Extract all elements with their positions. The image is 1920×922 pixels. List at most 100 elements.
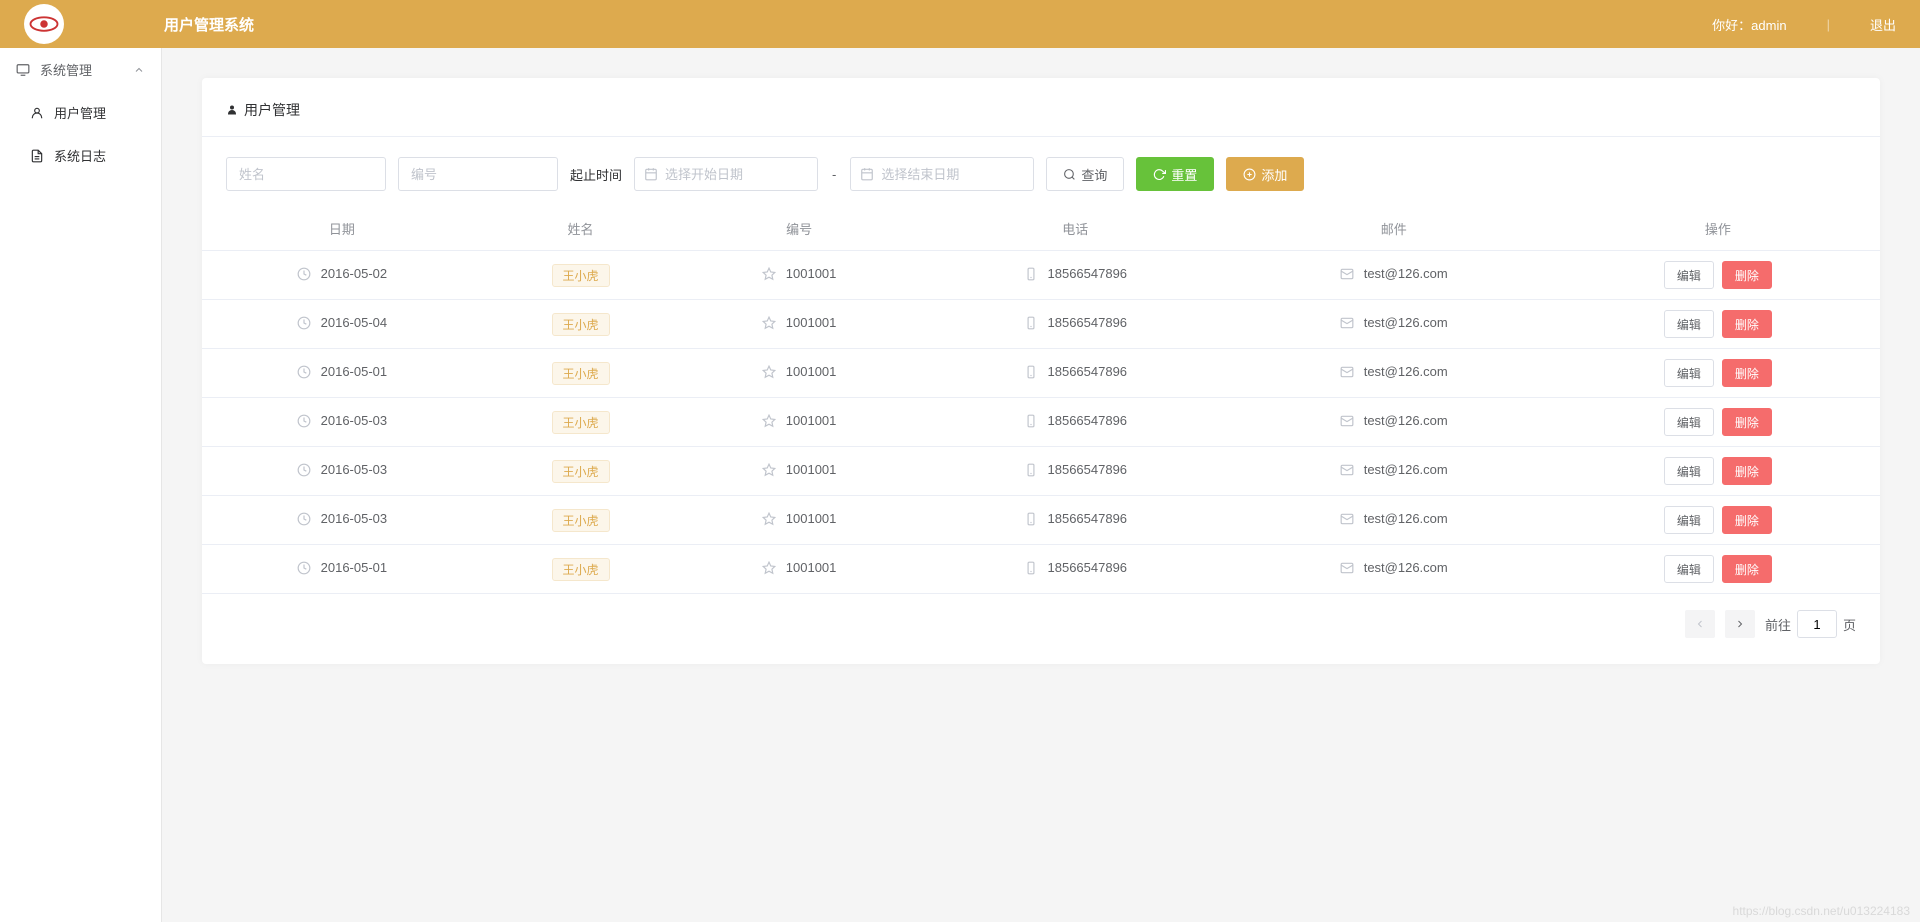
person-icon — [226, 104, 238, 116]
code-input[interactable] — [398, 157, 558, 191]
cell-phone: 18566547896 — [1048, 462, 1128, 477]
date-range-label: 起止时间 — [570, 165, 622, 184]
mail-icon — [1340, 561, 1354, 575]
cell-email: test@126.com — [1364, 364, 1448, 379]
mail-icon — [1340, 512, 1354, 526]
next-page-button[interactable] — [1725, 610, 1755, 638]
cell-date: 2016-05-03 — [321, 413, 388, 428]
delete-button[interactable]: 删除 — [1722, 359, 1772, 387]
cell-phone: 18566547896 — [1048, 560, 1128, 575]
table-row: 2016-05-01 王小虎 1001001 18566547896 test@… — [202, 349, 1880, 398]
cell-code: 1001001 — [786, 364, 837, 379]
mail-icon — [1340, 365, 1354, 379]
clock-icon — [297, 365, 311, 379]
user-info: 你好：admin | 退出 — [1712, 15, 1896, 34]
cell-phone: 18566547896 — [1048, 511, 1128, 526]
table-row: 2016-05-04 王小虎 1001001 18566547896 test@… — [202, 300, 1880, 349]
main-content: 用户管理 起止时间 - 查询 — [162, 48, 1920, 922]
brand-title: 用户管理系统 — [164, 14, 1712, 35]
delete-button[interactable]: 删除 — [1722, 408, 1772, 436]
th-actions: 操作 — [1556, 207, 1880, 251]
cell-email: test@126.com — [1364, 511, 1448, 526]
edit-button[interactable]: 编辑 — [1664, 457, 1714, 485]
cell-code: 1001001 — [786, 511, 837, 526]
phone-icon — [1024, 267, 1038, 281]
edit-button[interactable]: 编辑 — [1664, 408, 1714, 436]
star-icon — [762, 267, 776, 281]
star-icon — [762, 365, 776, 379]
delete-button[interactable]: 删除 — [1722, 457, 1772, 485]
refresh-icon — [1153, 168, 1166, 181]
phone-icon — [1024, 512, 1038, 526]
th-phone: 电话 — [919, 207, 1232, 251]
delete-button[interactable]: 删除 — [1722, 261, 1772, 289]
table-row: 2016-05-03 王小虎 1001001 18566547896 test@… — [202, 496, 1880, 545]
mail-icon — [1340, 316, 1354, 330]
cell-code: 1001001 — [786, 560, 837, 575]
cell-phone: 18566547896 — [1048, 266, 1128, 281]
chevron-up-icon — [133, 64, 145, 76]
delete-button[interactable]: 删除 — [1722, 310, 1772, 338]
end-date-input[interactable] — [850, 157, 1034, 191]
cell-date: 2016-05-01 — [321, 364, 388, 379]
query-button[interactable]: 查询 — [1046, 157, 1124, 191]
page-number-input[interactable] — [1797, 610, 1837, 638]
phone-icon — [1024, 414, 1038, 428]
mail-icon — [1340, 267, 1354, 281]
phone-icon — [1024, 365, 1038, 379]
phone-icon — [1024, 561, 1038, 575]
cell-phone: 18566547896 — [1048, 315, 1128, 330]
cell-code: 1001001 — [786, 413, 837, 428]
delete-button[interactable]: 删除 — [1722, 506, 1772, 534]
greeting: 你好：admin — [1712, 15, 1786, 34]
clock-icon — [297, 316, 311, 330]
th-name: 姓名 — [482, 207, 680, 251]
cell-name-tag: 王小虎 — [552, 411, 610, 434]
mail-icon — [1340, 463, 1354, 477]
edit-button[interactable]: 编辑 — [1664, 310, 1714, 338]
document-icon — [30, 149, 44, 163]
search-icon — [1063, 168, 1076, 181]
sidebar-item-logs[interactable]: 系统日志 — [0, 134, 161, 177]
cell-code: 1001001 — [786, 266, 837, 281]
plus-circle-icon — [1243, 168, 1256, 181]
table-row: 2016-05-03 王小虎 1001001 18566547896 test@… — [202, 398, 1880, 447]
sidebar-item-label: 用户管理 — [54, 103, 106, 122]
cell-date: 2016-05-04 — [321, 315, 388, 330]
cell-phone: 18566547896 — [1048, 413, 1128, 428]
clock-icon — [297, 414, 311, 428]
prev-page-button[interactable] — [1685, 610, 1715, 638]
cell-name-tag: 王小虎 — [552, 509, 610, 532]
th-date: 日期 — [202, 207, 482, 251]
date-dash: - — [830, 167, 838, 182]
logout-link[interactable]: 退出 — [1870, 15, 1896, 34]
edit-button[interactable]: 编辑 — [1664, 506, 1714, 534]
menu-group-system[interactable]: 系统管理 — [0, 48, 161, 91]
cell-name-tag: 王小虎 — [552, 558, 610, 581]
cell-email: test@126.com — [1364, 413, 1448, 428]
add-button[interactable]: 添加 — [1226, 157, 1304, 191]
start-date-input[interactable] — [634, 157, 818, 191]
star-icon — [762, 414, 776, 428]
edit-button[interactable]: 编辑 — [1664, 555, 1714, 583]
edit-button[interactable]: 编辑 — [1664, 359, 1714, 387]
name-input[interactable] — [226, 157, 386, 191]
star-icon — [762, 561, 776, 575]
star-icon — [762, 463, 776, 477]
cell-name-tag: 王小虎 — [552, 362, 610, 385]
sidebar-item-users[interactable]: 用户管理 — [0, 91, 161, 134]
clock-icon — [297, 463, 311, 477]
table-header-row: 日期 姓名 编号 电话 邮件 操作 — [202, 207, 1880, 251]
edit-button[interactable]: 编辑 — [1664, 261, 1714, 289]
sidebar-item-label: 系统日志 — [54, 146, 106, 165]
panel: 用户管理 起止时间 - 查询 — [202, 78, 1880, 664]
cell-date: 2016-05-01 — [321, 560, 388, 575]
logo — [24, 4, 64, 44]
menu-group-label: 系统管理 — [40, 60, 92, 79]
table-row: 2016-05-02 王小虎 1001001 18566547896 test@… — [202, 251, 1880, 300]
cell-phone: 18566547896 — [1048, 364, 1128, 379]
reset-button[interactable]: 重置 — [1136, 157, 1214, 191]
delete-button[interactable]: 删除 — [1722, 555, 1772, 583]
eye-logo-icon — [29, 14, 59, 34]
th-code: 编号 — [679, 207, 919, 251]
